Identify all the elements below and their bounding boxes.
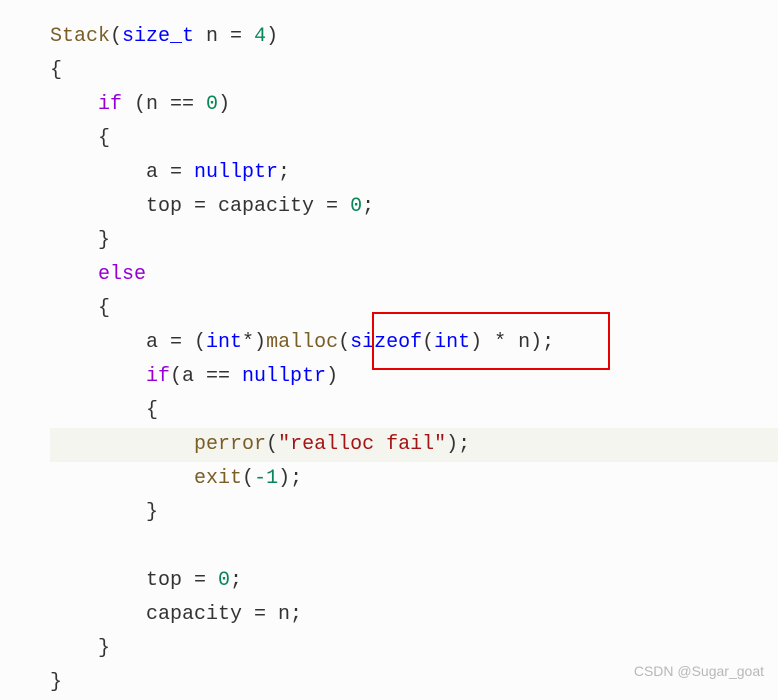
code-line: if (n == 0) (50, 88, 778, 122)
assign-text: top = (50, 569, 218, 592)
if-keyword: if (98, 93, 122, 116)
brace: } (50, 637, 110, 660)
code-line (50, 530, 778, 564)
indent (50, 433, 194, 456)
brace: } (50, 671, 62, 694)
semicolon: ; (278, 161, 290, 184)
number-literal: 0 (206, 93, 218, 116)
string-literal: "realloc fail" (278, 433, 446, 456)
code-line-highlighted: perror("realloc fail"); (50, 428, 778, 462)
else-keyword: else (98, 263, 146, 286)
semicolon: ; (362, 195, 374, 218)
code-line: top = 0; (50, 564, 778, 598)
nullptr-keyword: nullptr (242, 365, 326, 388)
paren: ) (326, 365, 338, 388)
sizeof-keyword: sizeof (350, 331, 422, 354)
func-name: Stack (50, 25, 110, 48)
expr-text: ) * n); (470, 331, 554, 354)
condition-text: (n == (122, 93, 206, 116)
assign-text: a = ( (50, 331, 206, 354)
if-keyword: if (146, 365, 170, 388)
nullptr-keyword: nullptr (194, 161, 278, 184)
paren: ( (422, 331, 434, 354)
semicolon: ; (230, 569, 242, 592)
indent (50, 263, 98, 286)
brace: } (50, 501, 158, 524)
code-line: else (50, 258, 778, 292)
type-keyword: size_t (122, 25, 194, 48)
paren: ( (242, 467, 254, 490)
perror-func: perror (194, 433, 266, 456)
malloc-func: malloc (266, 331, 338, 354)
brace: { (50, 297, 110, 320)
blank-line (50, 535, 62, 558)
watermark: CSDN @Sugar_goat (634, 660, 764, 684)
code-line: } (50, 496, 778, 530)
condition-text: (a == (170, 365, 242, 388)
brace: { (50, 399, 158, 422)
cast-text: *) (242, 331, 266, 354)
paren: ( (266, 433, 278, 456)
code-line: Stack(size_t n = 4) (50, 20, 778, 54)
brace: { (50, 127, 110, 150)
exit-func: exit (194, 467, 242, 490)
code-line: } (50, 224, 778, 258)
int-keyword: int (434, 331, 470, 354)
code-line: if(a == nullptr) (50, 360, 778, 394)
int-keyword: int (206, 331, 242, 354)
brace: } (50, 229, 110, 252)
number-literal: -1 (254, 467, 278, 490)
number-literal: 0 (350, 195, 362, 218)
paren: ) (266, 25, 278, 48)
code-line: { (50, 54, 778, 88)
code-block: Stack(size_t n = 4) { if (n == 0) { a = … (50, 20, 778, 700)
brace: { (50, 59, 62, 82)
assign-text: capacity = n; (50, 603, 302, 626)
paren-semi: ); (446, 433, 470, 456)
assign-text: top = capacity = (50, 195, 350, 218)
number-literal: 4 (254, 25, 266, 48)
param-text: n = (194, 25, 254, 48)
paren: ) (218, 93, 230, 116)
code-line: { (50, 394, 778, 428)
assign-text: a = (50, 161, 194, 184)
code-line: top = capacity = 0; (50, 190, 778, 224)
paren-semi: ); (278, 467, 302, 490)
indent (50, 467, 194, 490)
code-line: a = (int*)malloc(sizeof(int) * n); (50, 326, 778, 360)
indent (50, 93, 98, 116)
paren: ( (338, 331, 350, 354)
code-line: { (50, 122, 778, 156)
code-line: a = nullptr; (50, 156, 778, 190)
number-literal: 0 (218, 569, 230, 592)
code-line: { (50, 292, 778, 326)
indent (50, 365, 146, 388)
code-line: capacity = n; (50, 598, 778, 632)
paren: ( (110, 25, 122, 48)
code-line: exit(-1); (50, 462, 778, 496)
